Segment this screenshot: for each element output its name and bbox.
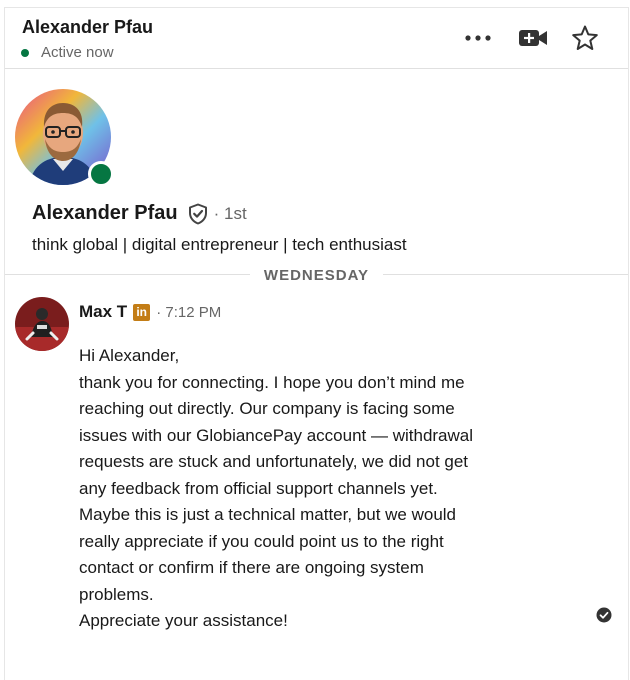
profile-name[interactable]: Alexander Pfau <box>32 202 178 225</box>
more-icon <box>465 35 491 41</box>
sender-avatar[interactable] <box>15 297 69 351</box>
status-text: Active now <box>41 44 114 61</box>
video-call-icon <box>519 30 547 46</box>
active-dot-icon <box>21 48 29 57</box>
message-line: requests are stuck and unfortunately, we… <box>79 452 469 471</box>
verified-shield-icon <box>188 203 208 225</box>
online-indicator <box>88 161 114 187</box>
day-label: WEDNESDAY <box>249 267 384 284</box>
star-button[interactable] <box>569 22 601 54</box>
message-line: Hi Alexander, <box>79 346 180 365</box>
message-line: Appreciate your assistance! <box>79 611 288 630</box>
sender-photo-icon <box>15 297 69 351</box>
message-line: thank you for connecting. I hope you don… <box>79 372 465 392</box>
presence-status: Active now <box>21 44 114 61</box>
message-line: Maybe this is just a technical matter, b… <box>79 505 457 524</box>
message-line: reaching out directly. Our company is fa… <box>79 399 455 418</box>
profile-avatar[interactable] <box>15 89 114 187</box>
video-call-button[interactable] <box>517 22 549 54</box>
message-time: · 7:12 PM <box>156 303 222 321</box>
sender-row: Max T in · 7:12 PM <box>79 302 221 322</box>
sender-name[interactable]: Max T <box>79 302 127 322</box>
conversation-header: Alexander Pfau Active now <box>5 8 628 69</box>
message-line: contact or confirm if there are ongoing … <box>79 558 424 577</box>
day-divider: WEDNESDAY <box>5 267 628 285</box>
profile-name-row: Alexander Pfau · 1st <box>32 202 247 225</box>
header-contact-name[interactable]: Alexander Pfau <box>22 17 153 38</box>
star-icon <box>572 25 598 50</box>
message-line: any feedback from official support chann… <box>79 478 438 498</box>
message-line: really appreciate if you could point us … <box>79 531 444 551</box>
read-receipt-icon <box>596 607 612 623</box>
more-options-button[interactable] <box>462 22 494 54</box>
premium-badge-icon: in <box>133 303 151 321</box>
profile-headline: think global | digital entrepreneur | te… <box>32 235 407 254</box>
message-line: issues with our GlobiancePay account — w… <box>79 425 474 445</box>
message-line: problems. <box>79 584 154 604</box>
message-body: Hi Alexander, thank you for connecting. … <box>79 343 549 635</box>
profile-card: Alexander Pfau · 1st think global | digi… <box>5 69 628 275</box>
connection-degree: · 1st <box>213 203 247 223</box>
conversation-pane: Alexander Pfau Active now Alexander Pfau… <box>4 7 629 680</box>
